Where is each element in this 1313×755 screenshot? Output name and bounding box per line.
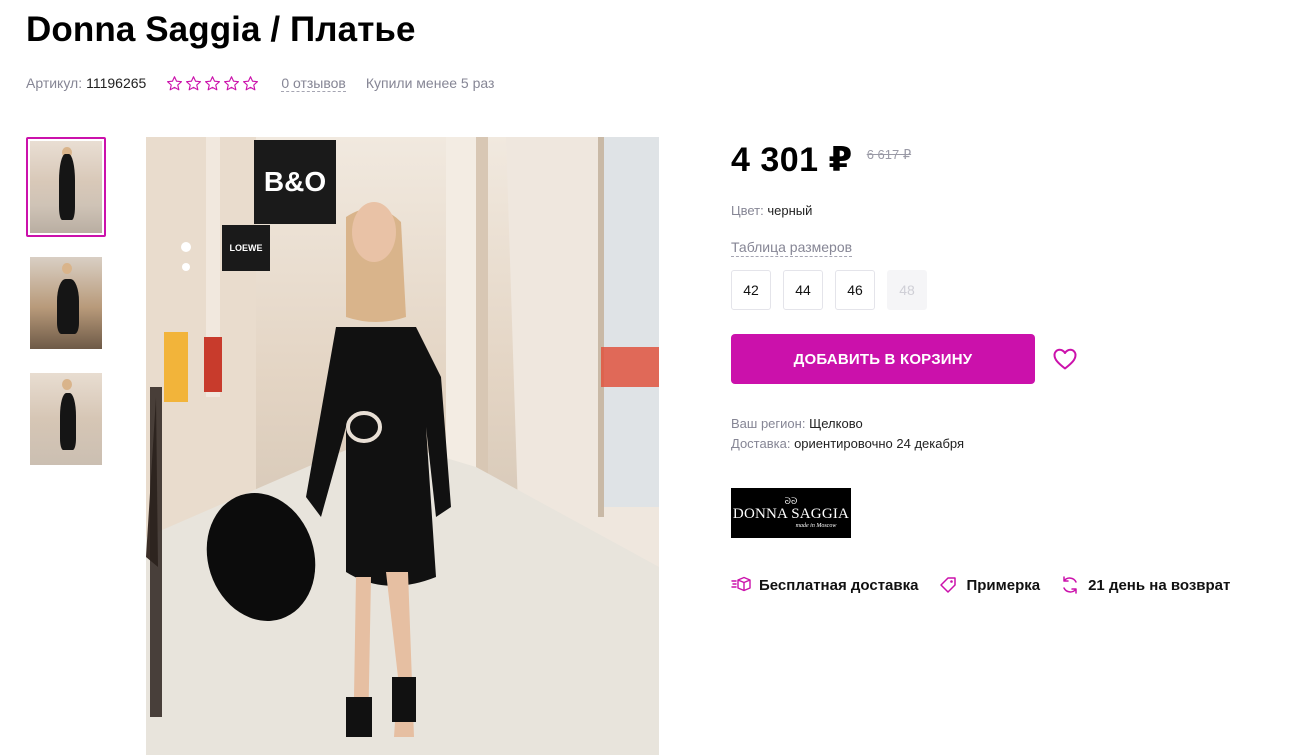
delivery-info: Ваш регион: Щелково Доставка: ориентиров… — [731, 414, 964, 454]
price-block: 4 301 ₽ 6 617 ₽ — [731, 140, 911, 180]
benefit-free-delivery: Бесплатная доставка — [731, 575, 918, 595]
brand-logo-sub: made in Moscow — [795, 523, 837, 529]
benefits-row: Бесплатная доставка Примерка 21 день на … — [731, 575, 1250, 595]
brand-logo[interactable]: ᘐᘐ DONNA SAGGIA made in Moscow — [731, 488, 851, 538]
delivery-row: Доставка: ориентировочно 24 декабря — [731, 434, 964, 454]
sku-label: Артикул: — [26, 75, 83, 91]
size-option-46[interactable]: 46 — [835, 270, 875, 310]
region-value[interactable]: Щелково — [809, 416, 863, 431]
benefit-fitting: Примерка — [938, 575, 1040, 595]
size-option-42[interactable]: 42 — [731, 270, 771, 310]
thumbnail-3[interactable] — [26, 369, 106, 469]
current-price: 4 301 ₽ — [731, 141, 853, 179]
region-label: Ваш регион: — [731, 416, 806, 431]
star-icon — [167, 75, 183, 90]
brand-monogram-icon: ᘐᘐ — [784, 496, 798, 506]
delivery-label: Доставка: — [731, 436, 791, 451]
old-price: 6 617 ₽ — [866, 147, 912, 162]
return-icon — [1063, 576, 1077, 594]
star-icon — [243, 75, 259, 90]
heart-icon[interactable] — [1052, 347, 1078, 371]
star-icon — [186, 75, 202, 90]
thumbnail-2[interactable] — [26, 253, 106, 353]
benefit-return: 21 день на возврат — [1060, 575, 1230, 595]
benefit-label: 21 день на возврат — [1088, 576, 1231, 594]
main-product-photo[interactable]: B&O LOEWE — [146, 137, 659, 755]
free-delivery-icon — [731, 576, 751, 592]
reviews-link[interactable]: 0 отзывов — [281, 75, 346, 92]
size-option-44[interactable]: 44 — [783, 270, 823, 310]
benefit-label: Примерка — [966, 576, 1041, 594]
sku-value: 11196265 — [86, 75, 147, 91]
rating-stars[interactable] — [166, 75, 259, 92]
product-title: Donna Saggia / Платье — [26, 10, 416, 49]
bought-count: Купили менее 5 раз — [365, 75, 495, 91]
model-figure — [306, 202, 451, 737]
color-label: Цвет: — [731, 203, 764, 218]
star-icon — [205, 75, 221, 90]
star-icon — [224, 75, 240, 90]
thumbnail-gallery — [26, 137, 106, 485]
thumbnail-image — [30, 373, 102, 465]
brand-logo-name: DONNA SAGGIA — [732, 506, 850, 522]
thumbnail-image — [30, 257, 102, 349]
size-selector: 42 44 46 48 — [731, 270, 927, 310]
thumbnail-image — [30, 141, 102, 233]
color-value: черный — [767, 203, 813, 218]
size-option-48: 48 — [887, 270, 927, 310]
color-info: Цвет: черный — [731, 203, 812, 218]
delivery-value: ориентировочно 24 декабря — [794, 436, 965, 451]
size-table-link[interactable]: Таблица размеров — [731, 239, 853, 257]
add-to-cart-button[interactable]: ДОБАВИТЬ В КОРЗИНУ — [731, 334, 1035, 384]
region-row: Ваш регион: Щелково — [731, 414, 964, 434]
product-meta: Артикул: 11196265 0 отзывов Купили менее… — [26, 73, 494, 93]
fitting-tag-icon — [940, 577, 957, 593]
benefit-label: Бесплатная доставка — [759, 576, 919, 594]
thumbnail-1[interactable] — [26, 137, 106, 237]
store-sign: LOEWE — [222, 225, 270, 271]
